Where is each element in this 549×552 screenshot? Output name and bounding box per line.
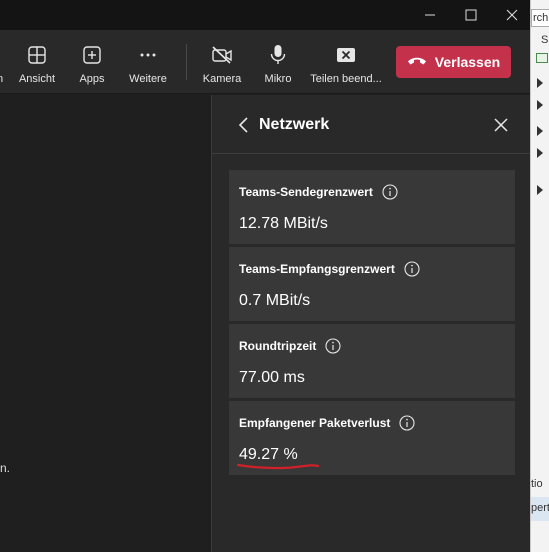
toolbar-button-label: Weitere: [129, 73, 167, 85]
background-text: pert: [531, 502, 549, 514]
view-button[interactable]: Ansicht: [14, 30, 60, 94]
metric-label: Teams-Sendegrenzwert: [239, 185, 373, 199]
close-icon[interactable]: [492, 116, 510, 134]
meeting-stage: n.: [0, 95, 211, 552]
stage-partial-text: n.: [0, 461, 11, 475]
meeting-toolbar: n Ansicht Apps Weitere Kamera Mikro: [0, 30, 530, 94]
info-icon[interactable]: [325, 338, 341, 354]
panel-title: Netzwerk: [259, 116, 330, 133]
toolbar-button-label: n: [0, 73, 3, 85]
camera-off-icon: [210, 43, 234, 67]
metric-card-receive-limit: Teams-Empfangsgrenzwert 0.7 MBit/s: [229, 247, 515, 321]
network-panel: Netzwerk Teams-Sendegrenzwert 12.78 MBit…: [211, 95, 531, 552]
expand-arrow-icon[interactable]: [537, 78, 543, 88]
apps-button[interactable]: Apps: [72, 30, 112, 94]
metric-card-round-trip: Roundtripzeit 77.00 ms: [229, 324, 515, 398]
toolbar-button-label: Apps: [79, 73, 105, 85]
microphone-icon: [266, 43, 290, 67]
leave-button[interactable]: Verlassen: [396, 46, 511, 78]
hang-up-icon: [407, 54, 427, 70]
expand-arrow-icon[interactable]: [537, 126, 543, 136]
camera-button[interactable]: Kamera: [199, 30, 245, 94]
grid-icon: [25, 43, 49, 67]
toolbar-button-label: Kamera: [202, 73, 242, 85]
microphone-button[interactable]: Mikro: [259, 30, 297, 94]
metric-label: Teams-Empfangsgrenzwert: [239, 262, 395, 276]
expand-arrow-icon[interactable]: [537, 100, 543, 110]
toolbar-button-partial[interactable]: n: [0, 30, 8, 94]
background-text: tio: [531, 478, 543, 490]
metric-value: 12.78 MBit/s: [239, 215, 328, 232]
background-text: rch: [533, 12, 549, 24]
stop-share-icon: [334, 43, 358, 67]
properties-tab: pert: [531, 497, 549, 521]
info-icon[interactable]: [382, 184, 398, 200]
chevron-left-icon[interactable]: [236, 116, 252, 134]
metric-value: 0.7 MBit/s: [239, 292, 311, 309]
red-underline-annotation: [236, 463, 320, 470]
background-window: rch S tio pert: [530, 0, 549, 552]
maximize-button[interactable]: [448, 0, 494, 30]
maximize-icon: [465, 9, 477, 21]
expand-arrow-icon[interactable]: [537, 148, 543, 158]
metric-value: 77.00 ms: [239, 369, 305, 386]
toolbar-button-label: Teilen beend...: [310, 73, 382, 85]
search-box-fragment[interactable]: rch: [531, 9, 549, 27]
metric-label: Empfangener Paketverlust: [239, 416, 391, 430]
info-icon[interactable]: [404, 261, 420, 277]
metric-card-packet-loss: Empfangener Paketverlust 49.27 %: [229, 401, 515, 475]
metric-label-row: Roundtripzeit: [239, 338, 341, 354]
toolbar-button-label: Ansicht: [18, 73, 56, 85]
more-button[interactable]: Weitere: [124, 30, 172, 94]
metric-label-row: Empfangener Paketverlust: [239, 415, 415, 431]
metric-label: Roundtripzeit: [239, 339, 317, 353]
partial-icon: [0, 43, 12, 67]
title-bar: [0, 0, 530, 30]
metric-label-row: Teams-Empfangsgrenzwert: [239, 261, 420, 277]
leave-label: Verlassen: [434, 54, 501, 70]
toolbar-divider: [186, 44, 187, 80]
plus-box-icon: [80, 43, 104, 67]
background-text: S: [541, 34, 549, 46]
toolbar-button-label: Mikro: [264, 73, 292, 85]
info-icon[interactable]: [399, 415, 415, 431]
minimize-button[interactable]: [407, 0, 453, 30]
tree-node-icon: [536, 53, 548, 63]
expand-arrow-icon[interactable]: [537, 185, 543, 195]
metric-label-row: Teams-Sendegrenzwert: [239, 184, 398, 200]
stop-sharing-button[interactable]: Teilen beend...: [309, 30, 383, 94]
minimize-icon: [425, 14, 435, 16]
window-close-button[interactable]: [489, 0, 535, 30]
close-icon: [506, 9, 518, 21]
metric-card-send-limit: Teams-Sendegrenzwert 12.78 MBit/s: [229, 170, 515, 244]
panel-header: Netzwerk: [212, 95, 531, 154]
more-icon: [136, 43, 160, 67]
